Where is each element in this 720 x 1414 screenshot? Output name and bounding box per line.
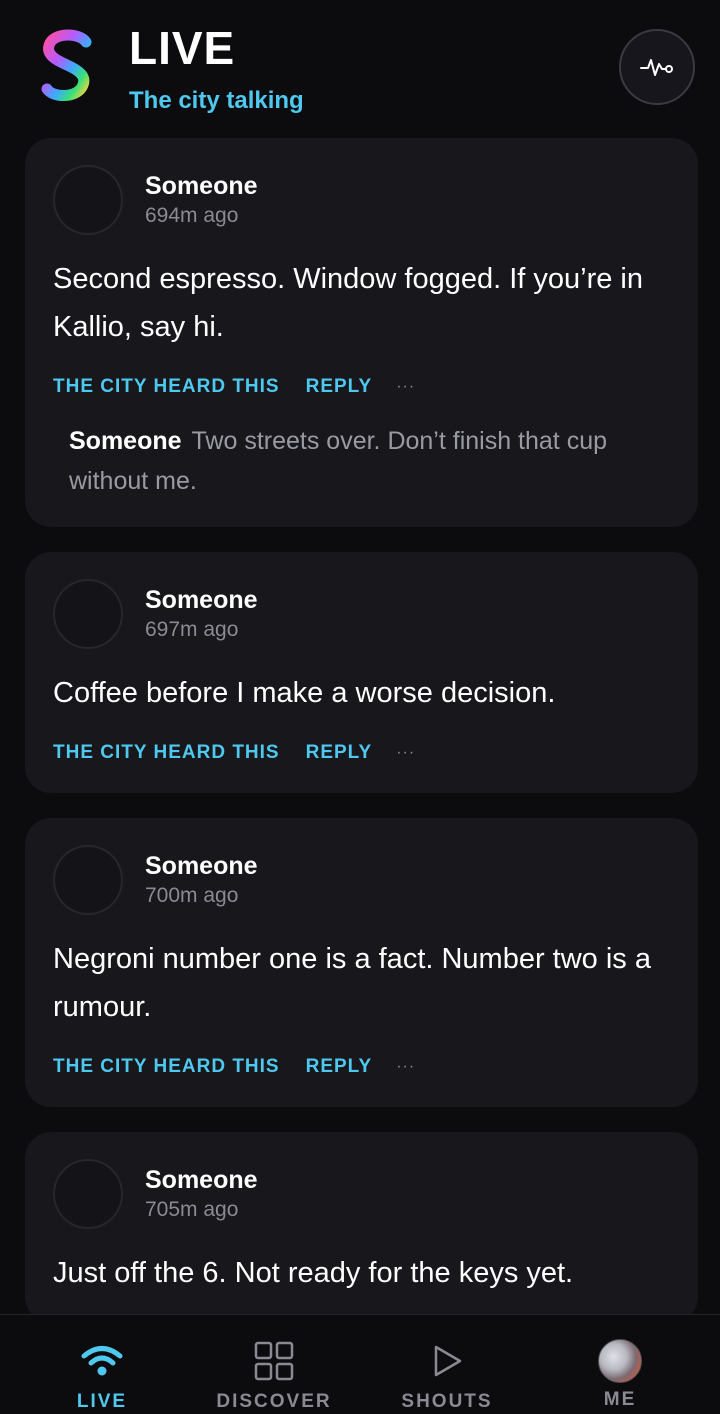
nav-label: ME bbox=[603, 1389, 637, 1410]
nav-item-discover[interactable]: DISCOVER bbox=[184, 1315, 364, 1414]
post-text: Second espresso. Window fogged. If you’r… bbox=[53, 263, 643, 343]
avatar[interactable] bbox=[53, 165, 123, 235]
post-time: 694m ago bbox=[145, 204, 239, 227]
wifi-icon bbox=[80, 1339, 124, 1383]
reply-preview[interactable]: Someone Two streets over. Don’t finish th… bbox=[69, 421, 670, 501]
post-card: Someone 705m ago Just off the 6. Not rea… bbox=[25, 1132, 698, 1323]
nav-label: LIVE bbox=[76, 1391, 128, 1412]
bottom-nav: LIVE DISCOVER SHOUTS ME bbox=[0, 1314, 720, 1413]
grid-icon bbox=[252, 1339, 296, 1383]
avatar-icon bbox=[598, 1339, 642, 1383]
nav-item-shouts[interactable]: SHOUTS bbox=[357, 1315, 537, 1414]
city-heard-button[interactable]: THE CITY HEARD THIS bbox=[53, 742, 280, 764]
activity-button[interactable] bbox=[619, 29, 695, 105]
app-header: LIVE The city talking bbox=[0, 0, 720, 130]
reply-button[interactable]: REPLY bbox=[306, 1056, 373, 1078]
avatar bbox=[598, 1339, 642, 1383]
post-text: Negroni number one is a fact. Number two… bbox=[53, 943, 651, 1023]
post-card: Someone 697m ago Coffee before I make a … bbox=[25, 552, 698, 793]
city-heard-button[interactable]: THE CITY HEARD THIS bbox=[53, 1056, 280, 1078]
post-header: Someone 694m ago bbox=[53, 163, 670, 237]
pulse-icon bbox=[640, 59, 673, 76]
post-author[interactable]: Someone bbox=[145, 584, 258, 616]
post-header: Someone 700m ago bbox=[53, 843, 670, 917]
post-text: Just off the 6. Not ready for the keys y… bbox=[53, 1257, 574, 1289]
post-time: 705m ago bbox=[145, 1198, 239, 1221]
more-options-icon[interactable]: ··· bbox=[396, 378, 415, 396]
page-subtitle: The city talking bbox=[129, 87, 304, 114]
post-time: 697m ago bbox=[145, 618, 239, 641]
post-card: Someone 700m ago Negroni number one is a… bbox=[25, 818, 698, 1107]
avatar[interactable] bbox=[53, 1159, 123, 1229]
post-header: Someone 705m ago bbox=[53, 1157, 670, 1231]
nav-item-live[interactable]: LIVE bbox=[12, 1315, 192, 1414]
reply-button[interactable]: REPLY bbox=[306, 742, 373, 764]
avatar[interactable] bbox=[53, 579, 123, 649]
reply-button[interactable]: REPLY bbox=[306, 376, 373, 398]
nav-label: SHOUTS bbox=[401, 1391, 493, 1412]
play-icon bbox=[425, 1339, 469, 1383]
more-options-icon[interactable]: ··· bbox=[396, 744, 415, 762]
post-actions: THE CITY HEARD THIS REPLY ··· bbox=[53, 1053, 670, 1081]
reply-author: Someone bbox=[69, 427, 182, 455]
city-heard-button[interactable]: THE CITY HEARD THIS bbox=[53, 376, 280, 398]
live-feed: Someone 694m ago Second espresso. Window… bbox=[25, 138, 698, 1348]
s-logo-icon bbox=[41, 29, 92, 101]
post-author[interactable]: Someone bbox=[145, 1164, 258, 1196]
post-actions: THE CITY HEARD THIS REPLY ··· bbox=[53, 373, 670, 401]
post-author[interactable]: Someone bbox=[145, 170, 258, 202]
post-time: 700m ago bbox=[145, 884, 239, 907]
nav-item-me[interactable]: ME bbox=[530, 1315, 710, 1414]
avatar[interactable] bbox=[53, 845, 123, 915]
page-title: LIVE bbox=[129, 22, 236, 74]
post-header: Someone 697m ago bbox=[53, 577, 670, 651]
post-text: Coffee before I make a worse decision. bbox=[53, 677, 556, 709]
more-options-icon[interactable]: ··· bbox=[396, 1058, 415, 1076]
post-author[interactable]: Someone bbox=[145, 850, 258, 882]
post-card: Someone 694m ago Second espresso. Window… bbox=[25, 138, 698, 527]
post-actions: THE CITY HEARD THIS REPLY ··· bbox=[53, 739, 670, 767]
nav-label: DISCOVER bbox=[216, 1391, 332, 1412]
